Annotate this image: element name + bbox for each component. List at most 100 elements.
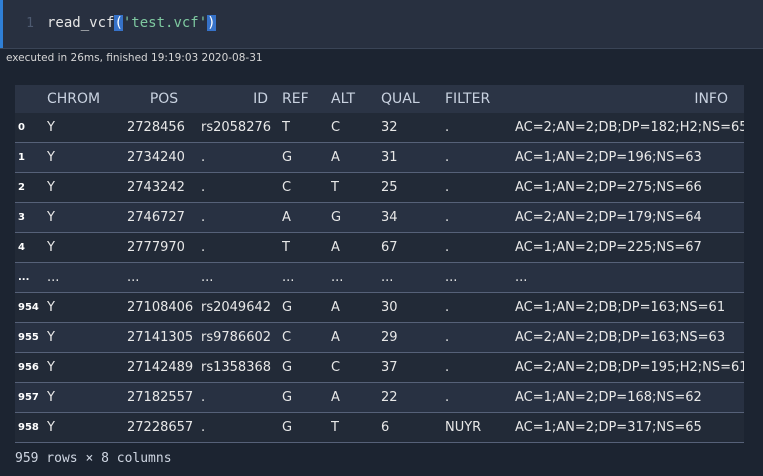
cell-info: ... [515,262,744,293]
cell-ref: G [282,142,331,173]
cell-ref: G [282,352,331,383]
table-row: 0 Y 2728456 rs2058276 T C 32. AC=2;AN=2;DB;DP=1… [15,113,744,143]
cell-id: . [201,382,282,413]
cell-chrom: Y [47,292,127,323]
cell-alt: T [331,172,381,203]
line-number: 1 [26,16,34,31]
cell-ref: ... [282,262,331,293]
cell-chrom: Y [47,352,127,383]
cell-ref: G [282,382,331,413]
close-paren: ) [207,15,216,31]
cell-pos: 2743242 [127,172,201,203]
cell-alt: A [331,322,381,353]
cell-info: AC=1;AN=2;DB;DP=163;NS=61 [515,292,744,323]
cell-info: AC=1;AN=2;DP=168;NS=62 [515,382,744,413]
cell-chrom: Y [47,322,127,353]
column-header-filter: FILTER [445,85,515,113]
code-editor-line[interactable]: read_vcf('test.vcf') [47,15,216,31]
table-row: 1 Y 2734240. G A 31. AC=1;AN=2;DP=196;NS=63 [15,142,744,173]
column-header-pos: POS [127,85,201,113]
cell-qual: 37 [381,352,445,383]
table-row: ........................... [15,262,744,293]
column-header-alt: ALT [331,85,381,113]
execution-info-text: executed in 26ms, finished 19:19:03 2020… [6,52,263,64]
row-index: 955 [15,322,47,353]
cell-chrom: ... [47,262,127,293]
row-index: 956 [15,352,47,383]
row-index: 957 [15,382,47,413]
cell-info: AC=2;AN=2;DB;DP=163;NS=63 [515,322,744,353]
cell-qual: 22 [381,382,445,413]
cell-filter: . [445,172,515,203]
row-index: 2 [15,172,47,203]
cell-alt: T [331,412,381,443]
cell-info: AC=1;AN=2;DP=317;NS=65 [515,412,744,443]
cell-qual: 67 [381,232,445,263]
column-header-chrom: CHROM [47,85,127,113]
cell-pos: 2728456 [127,113,201,143]
cell-info: AC=2;AN=2;DB;DP=195;H2;NS=61 [515,352,744,383]
cell-filter: . [445,352,515,383]
cell-ref: T [282,113,331,143]
cell-id: rs2058276 [201,113,282,143]
column-header-info: INFO [515,85,744,113]
cell-id: . [201,202,282,233]
table-row: 954 Y 27108406 rs2049642 G A 30. AC=1;AN=2;DB;D… [15,292,744,323]
cell-ref: G [282,292,331,323]
column-header-qual: QUAL [381,85,445,113]
cell-id: . [201,412,282,443]
cell-ref: T [282,232,331,263]
cell-qual: 34 [381,202,445,233]
cell-filter: NUYR [445,412,515,443]
cell-pos: 27142489 [127,352,201,383]
cell-pos: 2734240 [127,142,201,173]
row-index: 1 [15,142,47,173]
cell-chrom: Y [47,142,127,173]
cell-qual: 31 [381,142,445,173]
cell-alt: A [331,142,381,173]
table-row: 956 Y 27142489 rs1358368 G C 37. AC=2;AN=2;DB;D… [15,352,744,383]
cell-ref: A [282,202,331,233]
cell-alt: C [331,113,381,143]
cell-id: rs1358368 [201,352,282,383]
table-row: 958 Y 27228657. G T 6 NUYR AC=1;AN=2;DP=317;NS=… [15,412,744,443]
row-index: 0 [15,113,47,143]
open-paren: ( [114,15,123,31]
cell-chrom: Y [47,172,127,203]
cell-filter: . [445,202,515,233]
cell-pos: 2746727 [127,202,201,233]
cell-qual: 6 [381,412,445,443]
cell-qual: 30 [381,292,445,323]
cell-filter: . [445,142,515,173]
cell-filter: . [445,113,515,143]
dataframe-shape: 959 rows × 8 columns [15,451,172,466]
cell-id: rs2049642 [201,292,282,323]
cell-qual: 29 [381,322,445,353]
cell-info: AC=1;AN=2;DP=225;NS=67 [515,232,744,263]
cell-alt: A [331,292,381,323]
execution-info: executed in 26ms, finished 19:19:03 2020… [0,48,763,68]
cell-alt: C [331,352,381,383]
cell-id: . [201,142,282,173]
cell-id: . [201,232,282,263]
dataframe-table: CHROM POS ID REF ALT QUAL FILTER INFO 0Y… [15,85,744,443]
cell-alt: A [331,232,381,263]
cell-chrom: Y [47,113,127,143]
cell-alt: A [331,382,381,413]
cell-pos: 2777970 [127,232,201,263]
cell-alt: ... [331,262,381,293]
cell-id: . [201,172,282,203]
cell-chrom: Y [47,202,127,233]
cell-chrom: Y [47,232,127,263]
cell-filter: . [445,322,515,353]
cell-pos: 27108406 [127,292,201,323]
cell-info: AC=1;AN=2;DP=196;NS=63 [515,142,744,173]
active-cell-marker [0,0,3,48]
cell-qual: 25 [381,172,445,203]
row-index: 958 [15,412,47,443]
code-cell[interactable]: 1 read_vcf('test.vcf') [0,0,763,48]
row-index: 954 [15,292,47,323]
row-index: ... [15,262,47,293]
cell-pos: ... [127,262,201,293]
row-index: 3 [15,202,47,233]
